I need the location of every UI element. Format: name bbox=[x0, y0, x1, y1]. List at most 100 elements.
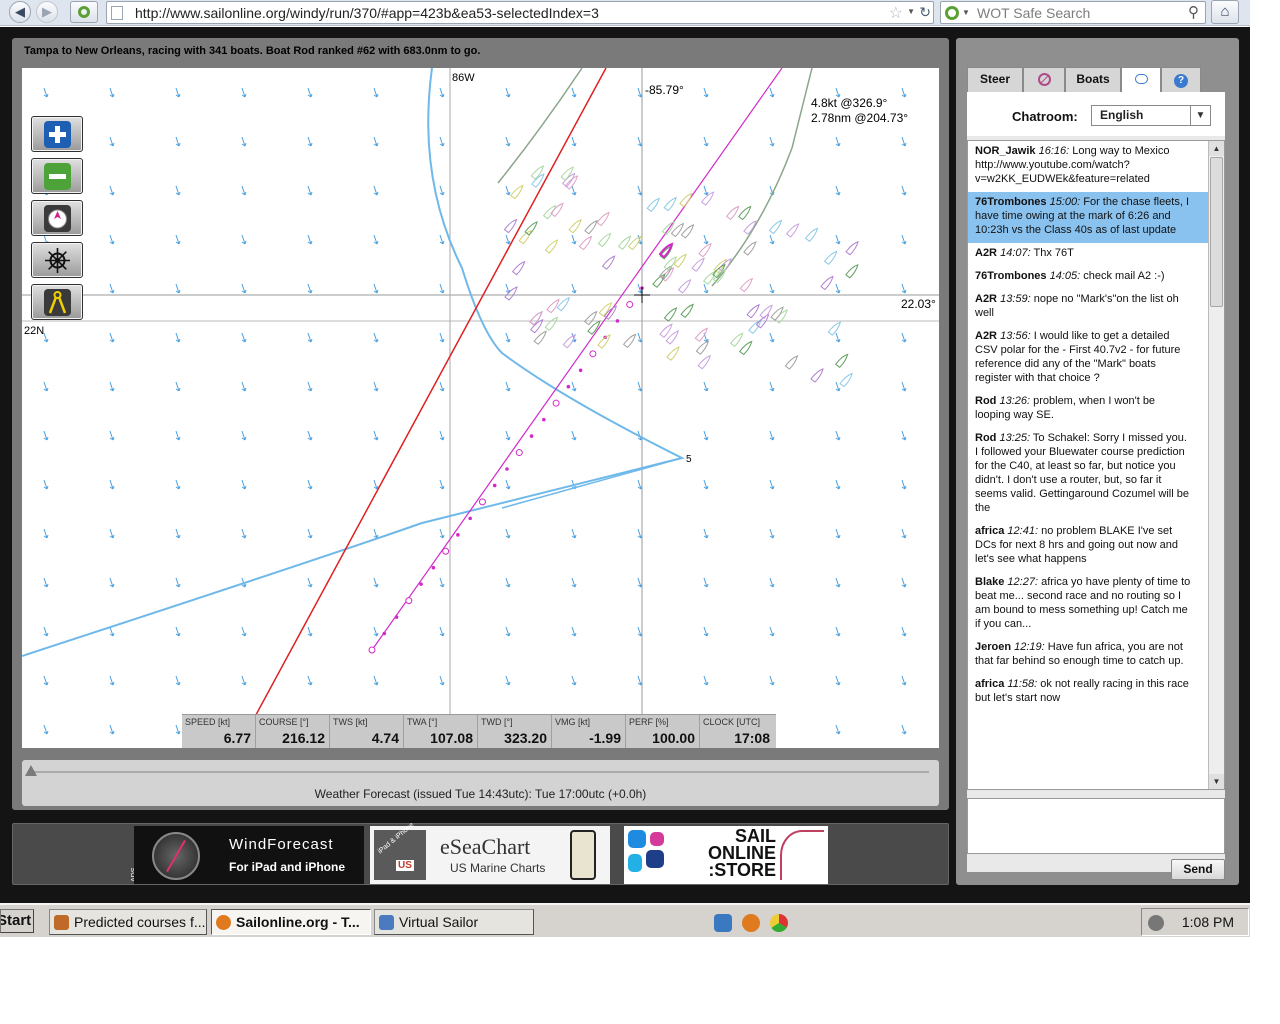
tray-status-icon[interactable] bbox=[1148, 915, 1164, 931]
eseachart-title: eSeaChart bbox=[440, 834, 531, 859]
scroll-up-icon[interactable]: ▲ bbox=[1209, 141, 1224, 156]
wind-arrow bbox=[703, 675, 709, 686]
back-icon[interactable]: ◀ bbox=[9, 1, 31, 23]
home-icon[interactable]: ⌂ bbox=[1211, 0, 1239, 24]
engine-dropdown-icon[interactable]: ▼ bbox=[962, 8, 970, 17]
instrument-bar: SPEED [kt] 6.77 COURSE [°] 216.12 TWS [kt] 4.… bbox=[182, 714, 776, 748]
fleet-boat bbox=[695, 340, 710, 355]
task-sailonline[interactable]: Sailonline.org - T... bbox=[211, 909, 371, 935]
wind-arrow bbox=[175, 87, 181, 98]
wind-arrow bbox=[43, 675, 49, 686]
wind-arrow bbox=[505, 136, 511, 147]
tab-chat[interactable] bbox=[1121, 67, 1161, 92]
sailonline-store-ad[interactable]: SAIL ONLINE :STORE bbox=[624, 826, 828, 884]
chat-input[interactable] bbox=[967, 798, 1225, 854]
wind-arrow bbox=[307, 332, 313, 343]
wind-arrow bbox=[835, 430, 841, 441]
fleet-boat bbox=[584, 219, 598, 235]
zoom-out-button[interactable] bbox=[31, 158, 83, 194]
race-map[interactable]: 86W 22N -85.79° 22.03° 4.8kt @326.9° 2.7… bbox=[22, 68, 939, 748]
tab-help[interactable]: ? bbox=[1161, 67, 1201, 92]
eseachart-ad[interactable]: iPad & iPhone US eSeaChart US Marine Cha… bbox=[370, 822, 610, 884]
scroll-down-icon[interactable]: ▼ bbox=[1209, 774, 1224, 789]
system-tray: 1:08 PM bbox=[1141, 908, 1249, 936]
zoom-in-button[interactable] bbox=[31, 116, 83, 152]
search-bar[interactable]: ▼ WOT Safe Search ⚲ bbox=[940, 1, 1206, 24]
fleet-boat bbox=[622, 333, 637, 349]
fleet-boat bbox=[737, 205, 752, 221]
wind-arrow bbox=[901, 626, 907, 637]
wind-arrow bbox=[439, 234, 445, 245]
chat-message: A2R 14:07: Thx 76T bbox=[968, 243, 1208, 266]
instrument-cell: TWS [kt] 4.74 bbox=[330, 715, 404, 748]
wind-arrow bbox=[241, 234, 247, 245]
help-icon: ? bbox=[1174, 74, 1188, 88]
instrument-cell: CLOCK [UTC] 17:08 bbox=[700, 715, 774, 748]
start-button[interactable]: Start bbox=[0, 909, 34, 933]
forecast-slider-track[interactable] bbox=[32, 771, 929, 773]
tab-no-entry[interactable] bbox=[1023, 67, 1065, 92]
chat-message: Rod 13:25: To Schakel: Sorry I missed yo… bbox=[968, 428, 1208, 521]
chat-text: Thx 76T bbox=[1033, 247, 1074, 259]
windforecast-ad[interactable]: WindForecast For iPad and iPhone bbox=[134, 826, 364, 884]
chat-user: 76Trombones bbox=[975, 196, 1047, 208]
wind-arrow bbox=[835, 332, 841, 343]
wot-engine-icon[interactable] bbox=[945, 6, 959, 20]
eseachart-badge-label: US bbox=[396, 860, 414, 871]
tab-steer[interactable]: Steer bbox=[967, 67, 1023, 92]
language-value: English bbox=[1100, 108, 1144, 122]
fleet-boat bbox=[839, 372, 853, 388]
eseachart-subtitle: US Marine Charts bbox=[450, 861, 546, 875]
send-button[interactable]: Send bbox=[1171, 859, 1225, 880]
start-label: Start bbox=[0, 912, 32, 929]
forecast-slider-thumb[interactable] bbox=[25, 765, 37, 776]
fleet-boat bbox=[511, 260, 526, 276]
map-canvas[interactable] bbox=[22, 68, 939, 748]
phone-icon bbox=[570, 830, 596, 880]
task-virtual-sailor[interactable]: Virtual Sailor bbox=[374, 909, 534, 935]
chat-log[interactable]: NOR_Jawik 16:16: Long way to Mexico http… bbox=[967, 140, 1225, 790]
language-select[interactable]: English ▼ bbox=[1091, 105, 1211, 126]
virtual-sailor-icon bbox=[379, 915, 394, 930]
tab-boats[interactable]: Boats bbox=[1065, 67, 1121, 92]
wind-arrow bbox=[703, 87, 709, 98]
measure-button[interactable] bbox=[31, 284, 83, 320]
wind-arrow bbox=[571, 430, 577, 441]
chat-message: 76Trombones 15:00: For the chase fleets,… bbox=[968, 192, 1208, 243]
wot-icon[interactable] bbox=[70, 1, 98, 23]
wind-arrow bbox=[901, 430, 907, 441]
course-marker bbox=[542, 417, 546, 422]
course-marker bbox=[405, 597, 413, 605]
firefox-icon[interactable] bbox=[742, 914, 760, 932]
bookmark-star-icon[interactable]: ☆ bbox=[889, 3, 903, 23]
course-marker bbox=[368, 646, 376, 654]
url-bar[interactable]: http://www.sailonline.org/windy/run/370/… bbox=[106, 1, 934, 24]
wind-arrow bbox=[109, 332, 115, 343]
task-predicted-courses[interactable]: Predicted courses f... bbox=[49, 909, 207, 935]
chevron-down-icon[interactable]: ▼ bbox=[1190, 106, 1210, 125]
wind-arrow bbox=[109, 185, 115, 196]
isochrone-label: 5 bbox=[686, 454, 692, 465]
chat-time: 16:16: bbox=[1038, 145, 1070, 157]
center-boat-button[interactable] bbox=[31, 200, 83, 236]
isochrone-curve bbox=[22, 68, 685, 657]
fleet-boat bbox=[524, 221, 538, 236]
fleet-boat bbox=[503, 218, 518, 234]
show-desktop-icon[interactable] bbox=[714, 914, 732, 932]
helm-button[interactable] bbox=[31, 242, 83, 278]
taskbar: Start Predicted courses f... Sailonline.… bbox=[0, 903, 1250, 937]
scroll-thumb[interactable] bbox=[1210, 157, 1223, 307]
course-marker bbox=[468, 516, 472, 521]
url-dropdown-icon[interactable]: ▼ bbox=[907, 7, 915, 16]
wind-arrow bbox=[43, 626, 49, 637]
wind-arrow bbox=[439, 528, 445, 539]
wind-arrow bbox=[571, 528, 577, 539]
reload-icon[interactable]: ↻ bbox=[919, 4, 931, 21]
forward-icon[interactable]: ▶ bbox=[36, 1, 58, 23]
chat-scrollbar[interactable]: ▲ ▼ bbox=[1208, 141, 1224, 789]
wind-arrow bbox=[307, 136, 313, 147]
chat-user: 76Trombones bbox=[975, 270, 1047, 282]
chrome-icon[interactable] bbox=[770, 914, 788, 932]
chat-message: 76Trombones 14:05: check mail A2 :-) bbox=[968, 266, 1208, 289]
search-icon[interactable]: ⚲ bbox=[1188, 3, 1199, 21]
